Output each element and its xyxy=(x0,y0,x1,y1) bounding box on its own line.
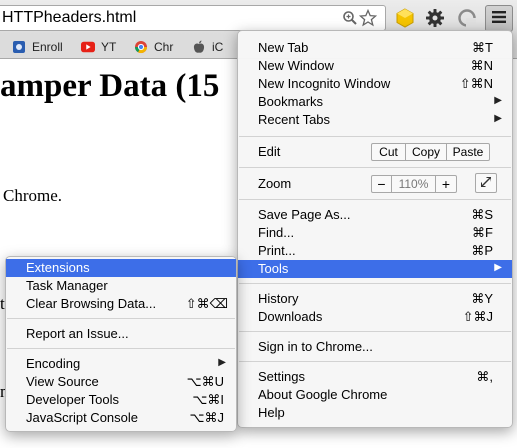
paste-button[interactable]: Paste xyxy=(447,144,489,160)
menu-separator xyxy=(7,318,235,319)
menu-separator xyxy=(7,348,235,349)
submenu-arrow-icon: ▶ xyxy=(218,357,226,368)
zoom-button-group: − 110% + xyxy=(371,175,457,193)
menu-item-developer-tools[interactable]: Developer Tools ⌥⌘I xyxy=(6,391,236,409)
submenu-arrow-icon: ▶ xyxy=(494,95,502,106)
menu-separator xyxy=(239,283,511,284)
menu-separator xyxy=(239,199,511,200)
submenu-arrow-icon: ▶ xyxy=(494,262,502,273)
menu-item-clear-browsing-data[interactable]: Clear Browsing Data... ⇧⌘⌫ xyxy=(6,295,236,313)
zoom-level: 110% xyxy=(392,176,436,192)
zoom-icon[interactable] xyxy=(341,9,359,27)
shortcut: ⌘S xyxy=(471,207,493,222)
menu-item-new-window[interactable]: New Window ⌘N xyxy=(238,57,512,75)
menu-separator xyxy=(239,361,511,362)
menu-item-save-page-as[interactable]: Save Page As... ⌘S xyxy=(238,206,512,224)
shortcut: ⌥⌘U xyxy=(186,374,224,389)
tools-submenu: Extensions Task Manager Clear Browsing D… xyxy=(5,256,237,432)
menu-item-tools[interactable]: Tools ▶ xyxy=(238,260,512,278)
shortcut: ⌥⌘I xyxy=(192,392,224,407)
shortcut: ⌘N xyxy=(470,58,493,73)
shortcut: ⌘F xyxy=(472,225,493,240)
shortcut: ⌘T xyxy=(472,40,493,55)
menu-item-help[interactable]: Help xyxy=(238,404,512,422)
page-text: Chrome. xyxy=(3,186,63,205)
fullscreen-button[interactable] xyxy=(475,173,497,193)
page-heading: amper Data (15 xyxy=(0,68,220,104)
menu-item-bookmarks[interactable]: Bookmarks ▶ xyxy=(238,93,512,111)
copy-button[interactable]: Copy xyxy=(406,144,447,160)
shortcut: ⇧⌘J xyxy=(462,309,493,324)
cut-button[interactable]: Cut xyxy=(372,144,406,160)
menu-item-extensions[interactable]: Extensions xyxy=(6,259,236,277)
shortcut: ⌘Y xyxy=(471,291,493,306)
menu-item-downloads[interactable]: Downloads ⇧⌘J xyxy=(238,308,512,326)
star-icon[interactable] xyxy=(359,9,377,27)
profile-icon[interactable] xyxy=(455,6,479,30)
menu-item-task-manager[interactable]: Task Manager xyxy=(6,277,236,295)
submenu-arrow-icon: ▶ xyxy=(494,113,502,124)
chrome-menu-button[interactable] xyxy=(485,5,513,32)
shortcut: ⇧⌘⌫ xyxy=(185,296,228,311)
menu-item-javascript-console[interactable]: JavaScript Console ⌥⌘J xyxy=(6,409,236,427)
shortcut: ⌘P xyxy=(471,243,493,258)
bookmark-ic[interactable]: iC xyxy=(192,39,223,55)
gear-icon[interactable] xyxy=(423,6,447,30)
zoom-out-button[interactable]: − xyxy=(372,176,392,192)
apple-favicon xyxy=(192,40,206,54)
shortcut: ⌥⌘J xyxy=(189,410,224,425)
menu-item-recent-tabs[interactable]: Recent Tabs ▶ xyxy=(238,111,512,129)
menu-item-view-source[interactable]: View Source ⌥⌘U xyxy=(6,373,236,391)
menu-item-print[interactable]: Print... ⌘P xyxy=(238,242,512,260)
menu-separator xyxy=(239,331,511,332)
menu-item-encoding[interactable]: Encoding ▶ xyxy=(6,355,236,373)
menu-separator xyxy=(239,136,511,137)
fullscreen-icon xyxy=(479,175,493,192)
menu-item-settings[interactable]: Settings ⌘, xyxy=(238,368,512,386)
chrome-main-menu: New Tab ⌘T New Window ⌘N New Incognito W… xyxy=(237,30,513,428)
shortcut: ⇧⌘N xyxy=(459,76,493,91)
menu-item-about-google-chrome[interactable]: About Google Chrome xyxy=(238,386,512,404)
zoom-in-button[interactable]: + xyxy=(436,176,456,192)
shortcut: ⌘, xyxy=(476,369,493,384)
extension-icon[interactable] xyxy=(393,6,417,30)
youtube-favicon xyxy=(81,40,95,54)
menu-item-history[interactable]: History ⌘Y xyxy=(238,290,512,308)
menu-icon xyxy=(491,10,507,27)
address-bar[interactable]: HTTPheaders.html xyxy=(0,5,386,31)
menu-item-report-an-issue[interactable]: Report an Issue... xyxy=(6,325,236,343)
bookmark-yt[interactable]: YT xyxy=(81,39,116,55)
bookmark-chr[interactable]: Chr xyxy=(134,39,173,55)
chrome-favicon xyxy=(134,40,148,54)
menu-item-new-incognito-window[interactable]: New Incognito Window ⇧⌘N xyxy=(238,75,512,93)
menu-item-sign-in[interactable]: Sign in to Chrome... xyxy=(238,338,512,356)
enroll-favicon xyxy=(12,40,26,54)
menu-item-new-tab[interactable]: New Tab ⌘T xyxy=(238,39,512,57)
edit-button-group: Cut Copy Paste xyxy=(371,143,490,161)
menu-separator xyxy=(239,167,511,168)
menu-item-find[interactable]: Find... ⌘F xyxy=(238,224,512,242)
url-text[interactable]: HTTPheaders.html xyxy=(2,9,136,27)
bookmark-enroll[interactable]: Enroll xyxy=(12,39,63,55)
